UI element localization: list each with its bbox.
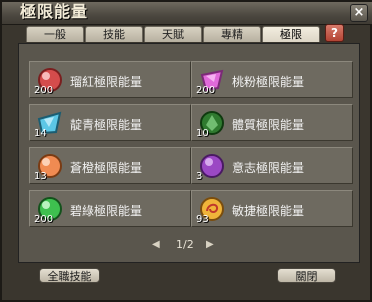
item-qty: 200 [34, 214, 54, 225]
slot-will-energy[interactable]: 3 意志極限能量 [191, 147, 353, 184]
item-qty: 200 [34, 85, 54, 96]
slot-emerald-energy[interactable]: 200 碧綠極限能量 [29, 190, 191, 227]
all-class-skills-button[interactable]: 全職技能 [39, 268, 100, 283]
slot-vitality-energy[interactable]: 10 體質極限能量 [191, 104, 353, 141]
slot-agility-energy[interactable]: 93 敏捷極限能量 [191, 190, 353, 227]
item-qty: 200 [196, 85, 216, 96]
item-name: 瑠紅極限能量 [70, 75, 143, 89]
tab-extreme[interactable]: 極限 [262, 26, 320, 42]
item-name: 體質極限能量 [232, 118, 305, 132]
page-indicator: 1/2 [176, 238, 194, 251]
close-button[interactable]: 關閉 [277, 268, 336, 283]
extreme-energy-window: 極限能量 × 一般 技能 天賦 專精 極限 ? 200 瑠紅極限能量 200 桃… [0, 0, 372, 302]
slot-pink-energy[interactable]: 200 桃粉極限能量 [191, 61, 353, 98]
item-qty: 14 [34, 128, 47, 139]
tab-talents[interactable]: 天賦 [144, 26, 202, 42]
close-icon[interactable]: × [350, 4, 368, 22]
pager: ◀ 1/2 ▶ [148, 238, 220, 252]
item-qty: 10 [196, 128, 209, 139]
slot-orange-energy[interactable]: 13 蒼橙極限能量 [29, 147, 191, 184]
item-name: 蒼橙極限能量 [70, 161, 143, 175]
item-name: 敏捷極限能量 [232, 204, 305, 218]
item-name: 靛青極限能量 [70, 118, 143, 132]
next-page-icon[interactable]: ▶ [206, 239, 214, 250]
prev-page-icon[interactable]: ◀ [152, 239, 160, 250]
tab-skills[interactable]: 技能 [85, 26, 143, 42]
item-name: 意志極限能量 [232, 161, 305, 175]
tab-bar: 一般 技能 天賦 專精 極限 [26, 26, 321, 42]
energy-grid-panel: 200 瑠紅極限能量 200 桃粉極限能量 14 靛青極限能量 10 體質極限能… [18, 43, 360, 263]
tab-mastery[interactable]: 專精 [203, 26, 261, 42]
slot-indigo-energy[interactable]: 14 靛青極限能量 [29, 104, 191, 141]
title-bar[interactable]: 極限能量 × [2, 2, 372, 25]
item-qty: 93 [196, 214, 209, 225]
item-name: 桃粉極限能量 [232, 75, 305, 89]
item-name: 碧綠極限能量 [70, 204, 143, 218]
item-qty: 13 [34, 171, 47, 182]
tab-general[interactable]: 一般 [26, 26, 84, 42]
window-title: 極限能量 [20, 2, 89, 21]
help-button[interactable]: ? [325, 24, 344, 42]
slot-red-energy[interactable]: 200 瑠紅極限能量 [29, 61, 191, 98]
item-qty: 3 [196, 171, 203, 182]
